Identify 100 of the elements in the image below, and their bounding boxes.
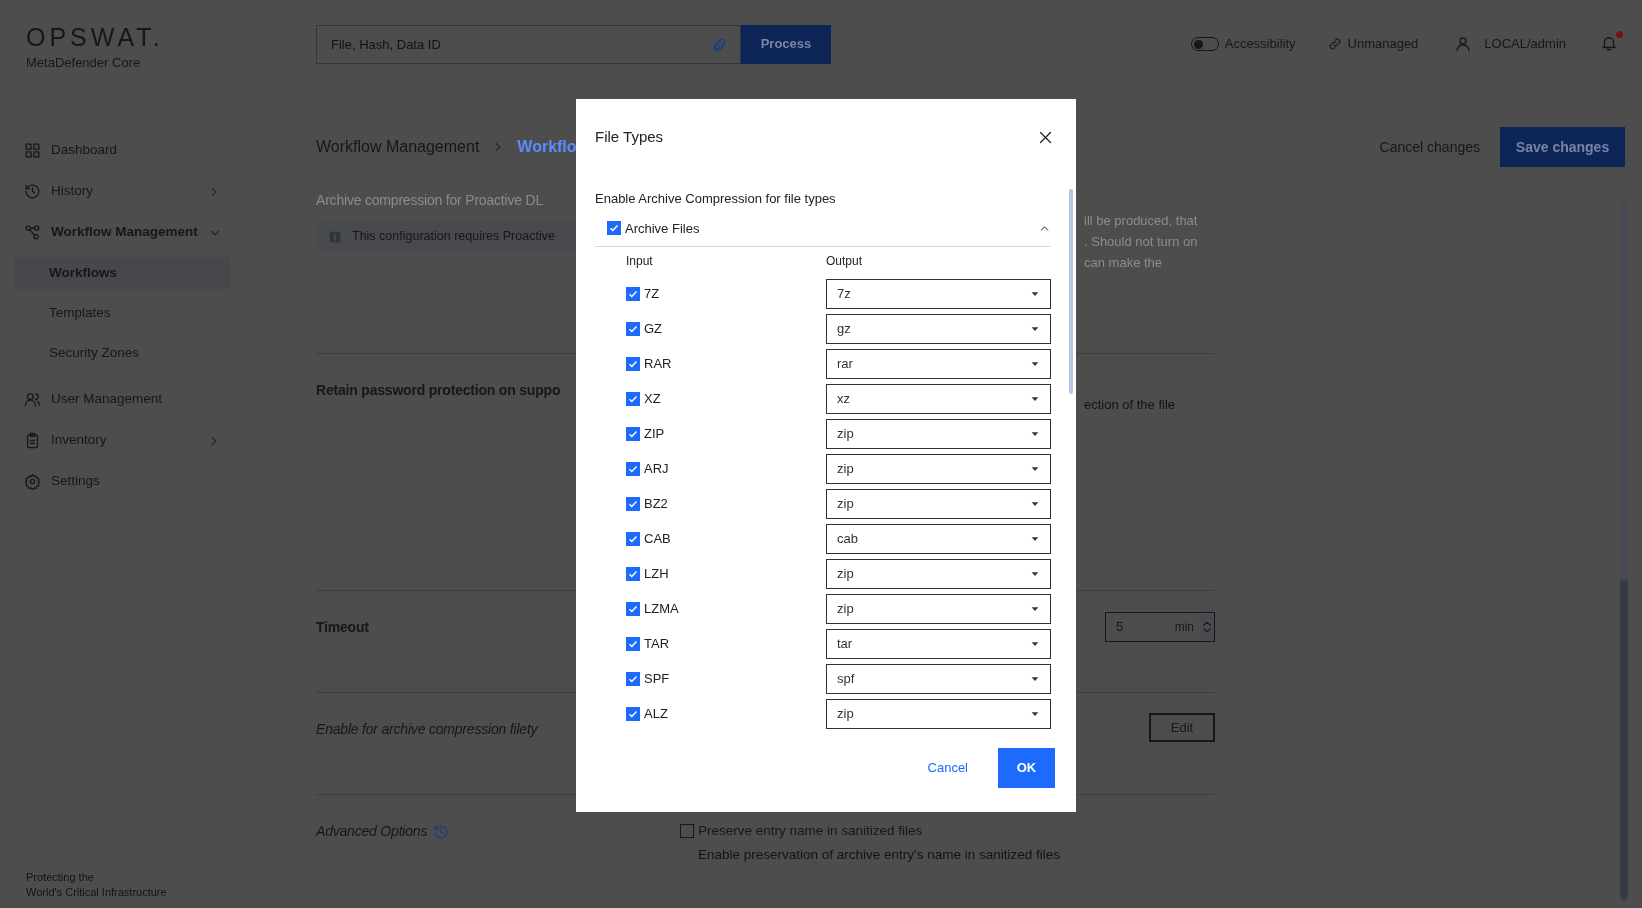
- checkbox[interactable]: [626, 461, 640, 476]
- setting-title: Enable for archive compression filety: [316, 720, 538, 739]
- sidebar-subitem[interactable]: Templates: [14, 293, 231, 333]
- file-type-label: LZMA: [644, 599, 679, 618]
- checkmark-icon: [628, 568, 638, 579]
- edit-button[interactable]: Edit: [1149, 713, 1215, 742]
- ok-button[interactable]: OK: [998, 748, 1055, 788]
- username[interactable]: LOCAL/admin: [1484, 34, 1566, 54]
- dialog-title: File Types: [595, 127, 664, 147]
- column-header: Input: [626, 253, 654, 270]
- section-label: Enable Archive Compression for file types: [595, 190, 837, 208]
- checkmark-icon: [628, 393, 638, 404]
- scrollbar[interactable]: [1069, 189, 1073, 394]
- checkbox[interactable]: [626, 531, 640, 546]
- sidebar-item[interactable]: History: [14, 171, 231, 212]
- history-icon: [433, 823, 450, 840]
- file-type-label: LZH: [644, 564, 669, 583]
- description-text: . Should not turn on: [1084, 233, 1198, 251]
- checkbox[interactable]: [680, 824, 694, 839]
- sidebar-item[interactable]: Settings: [14, 461, 231, 502]
- checkbox[interactable]: [626, 286, 640, 301]
- file-type-label: GZ: [644, 319, 663, 338]
- output-select[interactable]: zip: [826, 488, 1051, 519]
- checkmark-icon: [628, 428, 638, 439]
- file-type-label: CAB: [644, 529, 671, 548]
- output-select[interactable]: spf: [826, 663, 1051, 694]
- output-select[interactable]: zip: [826, 418, 1051, 449]
- output-select[interactable]: cab: [826, 523, 1051, 554]
- info-icon: [328, 229, 342, 244]
- description-text: ill be produced, that: [1084, 212, 1198, 230]
- grid-icon: [24, 142, 41, 159]
- checkmark-icon: [628, 673, 638, 684]
- breadcrumb-link[interactable]: Workflow Management: [316, 135, 480, 159]
- checkbox[interactable]: [607, 221, 621, 236]
- checkbox[interactable]: [626, 636, 640, 651]
- checkbox[interactable]: [626, 426, 640, 441]
- output-select[interactable]: gz: [826, 313, 1051, 344]
- output-select[interactable]: zip: [826, 698, 1051, 729]
- checkmark-icon: [628, 358, 638, 369]
- output-select[interactable]: tar: [826, 628, 1051, 659]
- setting-title: Archive compression for Proactive DL: [316, 191, 543, 210]
- search-field[interactable]: File, Hash, Data ID: [316, 24, 741, 64]
- stepper-icon: [1200, 615, 1214, 639]
- checkmark-icon: [628, 463, 638, 474]
- output-select[interactable]: zip: [826, 593, 1051, 624]
- sidebar-item[interactable]: Workflow Management: [14, 212, 231, 253]
- checkbox[interactable]: [626, 671, 640, 686]
- file-type-label: SPF: [644, 669, 670, 688]
- description-text: can make the: [1084, 254, 1163, 272]
- output-select[interactable]: xz: [826, 383, 1051, 414]
- setting-title: Timeout: [316, 618, 369, 637]
- checkmark-icon: [628, 603, 638, 614]
- setting-title: Advanced Options: [316, 822, 428, 841]
- process-button[interactable]: Process: [741, 24, 831, 64]
- setting-title: Retain password protection on suppo: [316, 381, 561, 400]
- checkmark-icon: [628, 638, 638, 649]
- user-icon: [1454, 35, 1473, 53]
- cancel-changes-button[interactable]: Cancel changes: [1379, 136, 1480, 158]
- checkbox[interactable]: [626, 706, 640, 721]
- checkbox[interactable]: [626, 391, 640, 406]
- checkbox[interactable]: [626, 601, 640, 616]
- sidebar-item[interactable]: Dashboard: [14, 130, 231, 171]
- file-type-label: ZIP: [644, 424, 665, 443]
- breadcrumb-link[interactable]: Workflo: [517, 135, 577, 159]
- close-button[interactable]: [1037, 129, 1054, 146]
- product-name: MetaDefender Core: [26, 54, 142, 72]
- checkmark-icon: [628, 708, 638, 719]
- sidebar-item[interactable]: Inventory: [14, 420, 231, 461]
- description-text: ection of the file: [1084, 396, 1176, 414]
- checkmark-icon: [609, 223, 619, 234]
- checkmark-icon: [628, 533, 638, 544]
- users-icon: [24, 391, 41, 408]
- option-description: Enable preservation of archive entry's name in sanitized files: [698, 846, 1060, 865]
- file-type-label: RAR: [644, 354, 672, 373]
- sidebar-item[interactable]: User Management: [14, 379, 231, 420]
- checkbox[interactable]: [626, 566, 640, 581]
- checkbox[interactable]: [626, 321, 640, 336]
- group-label: Archive Files: [625, 219, 701, 238]
- file-type-label: ALZ: [644, 704, 668, 723]
- number-field[interactable]: 5 min: [1105, 612, 1215, 642]
- file-type-label: XZ: [644, 389, 661, 408]
- option-label: Preserve entry name in sanitized files: [698, 822, 923, 840]
- file-type-label: ARJ: [644, 459, 669, 478]
- output-select[interactable]: zip: [826, 453, 1051, 484]
- save-changes-button[interactable]: Save changes: [1500, 127, 1625, 167]
- bell-icon: [1600, 34, 1618, 52]
- checkmark-icon: [628, 498, 638, 509]
- output-select[interactable]: zip: [826, 558, 1051, 589]
- workflow-icon: [24, 224, 41, 241]
- checkbox[interactable]: [626, 496, 640, 511]
- file-type-label: TAR: [644, 634, 670, 653]
- file-type-label: 7Z: [644, 284, 660, 303]
- output-select[interactable]: rar: [826, 348, 1051, 379]
- logo-text: OPSWAT.: [26, 22, 165, 52]
- checkbox[interactable]: [626, 356, 640, 371]
- sidebar-subitem[interactable]: Security Zones: [14, 333, 231, 373]
- cancel-button[interactable]: Cancel: [927, 758, 968, 778]
- footer-text: World's Critical Infrastructure: [26, 885, 168, 900]
- clipboard-icon: [24, 432, 41, 449]
- output-select[interactable]: 7z: [826, 278, 1051, 309]
